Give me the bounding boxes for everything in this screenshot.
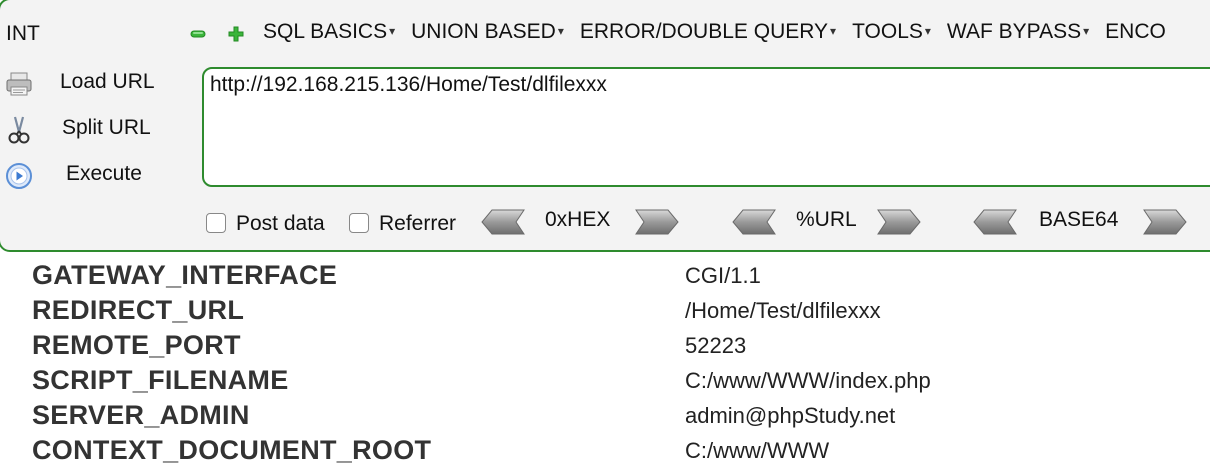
url-encode-arrow-right-icon[interactable] xyxy=(876,208,922,236)
menu-encoding[interactable]: ENCO xyxy=(1105,20,1166,44)
split-url-button[interactable]: Split URL xyxy=(0,111,190,147)
env-value: 52223 xyxy=(685,333,747,358)
hackbar-menu: SQL BASICS ▾ UNION BASED ▾ ERROR/DOUBLE QUER… xyxy=(263,20,1182,44)
hex-encode-arrow-right-icon[interactable] xyxy=(634,208,680,236)
load-url-button[interactable]: Load URL xyxy=(0,65,190,101)
caret-down-icon: ▾ xyxy=(924,24,931,38)
env-value: /Home/Test/dlfilexxx xyxy=(685,298,881,323)
menu-label: SQL BASICS xyxy=(263,20,388,43)
env-key: GATEWAY_INTERFACE xyxy=(32,260,338,290)
play-circle-icon xyxy=(6,163,32,189)
load-url-label: Load URL xyxy=(60,70,155,93)
env-value: C:/www/WWW/index.php xyxy=(685,368,931,393)
referrer-label: Referrer xyxy=(379,212,457,235)
hex-decode-arrow-left-icon[interactable] xyxy=(480,208,526,236)
hackbar-panel: INT SQL BASICS ▾ UNION BASED ▾ ERROR/DOUBLE … xyxy=(0,0,1210,252)
env-key: SCRIPT_FILENAME xyxy=(32,365,289,395)
url-encoder-label: %URL xyxy=(796,208,857,231)
execute-label: Execute xyxy=(66,162,142,185)
post-data-label: Post data xyxy=(236,212,325,235)
menu-tools[interactable]: TOOLS ▾ xyxy=(852,20,931,44)
env-key: REDIRECT_URL xyxy=(32,295,245,325)
env-value: CGI/1.1 xyxy=(685,263,761,288)
checkbox-box[interactable] xyxy=(206,213,226,233)
env-value: C:/www/WWW xyxy=(685,438,830,463)
menu-label: WAF BYPASS xyxy=(946,20,1082,43)
base64-encode-arrow-right-icon[interactable] xyxy=(1142,208,1188,236)
menu-sql-basics[interactable]: SQL BASICS ▾ xyxy=(263,20,395,44)
env-key: CONTEXT_DOCUMENT_ROOT xyxy=(32,435,432,465)
menu-error-double-query[interactable]: ERROR/DOUBLE QUERY ▾ xyxy=(580,20,836,44)
checkbox-box[interactable] xyxy=(349,213,369,233)
env-value: admin@phpStudy.net xyxy=(685,403,896,428)
menu-waf-bypass[interactable]: WAF BYPASS ▾ xyxy=(947,20,1089,44)
menu-label: ERROR/DOUBLE QUERY xyxy=(579,20,829,43)
table-row: REDIRECT_URL /Home/Test/dlfilexxx xyxy=(0,295,1210,330)
table-row: SERVER_ADMIN admin@phpStudy.net xyxy=(0,400,1210,435)
env-key: SERVER_ADMIN xyxy=(32,400,250,430)
base64-decode-arrow-left-icon[interactable] xyxy=(972,208,1018,236)
table-row: REMOTE_PORT 52223 xyxy=(0,330,1210,365)
toolbar-name-fragment: INT xyxy=(6,22,40,45)
menu-label: TOOLS xyxy=(852,20,923,43)
plus-icon[interactable] xyxy=(228,26,244,42)
caret-down-icon: ▾ xyxy=(557,24,564,38)
printer-icon xyxy=(6,72,32,96)
hex-encoder-label: 0xHEX xyxy=(545,208,611,231)
scissors-icon xyxy=(8,116,30,144)
table-row: GATEWAY_INTERFACE CGI/1.1 xyxy=(0,260,1210,295)
minus-icon[interactable] xyxy=(190,26,206,42)
url-decode-arrow-left-icon[interactable] xyxy=(731,208,777,236)
table-row: SCRIPT_FILENAME C:/www/WWW/index.php xyxy=(0,365,1210,400)
menu-label: ENCO xyxy=(1105,20,1166,43)
split-url-label: Split URL xyxy=(62,116,151,139)
menu-label: UNION BASED xyxy=(411,20,556,43)
menu-union-based[interactable]: UNION BASED ▾ xyxy=(411,20,564,44)
caret-down-icon: ▾ xyxy=(389,24,396,38)
env-key: REMOTE_PORT xyxy=(32,330,241,360)
url-input[interactable]: http://192.168.215.136/Home/Test/dlfilex… xyxy=(202,67,1210,187)
caret-down-icon: ▾ xyxy=(830,24,837,38)
base64-encoder-label: BASE64 xyxy=(1039,208,1119,231)
execute-button[interactable]: Execute xyxy=(0,157,190,193)
caret-down-icon: ▾ xyxy=(1083,24,1090,38)
table-row: CONTEXT_DOCUMENT_ROOT C:/www/WWW xyxy=(0,435,1210,470)
